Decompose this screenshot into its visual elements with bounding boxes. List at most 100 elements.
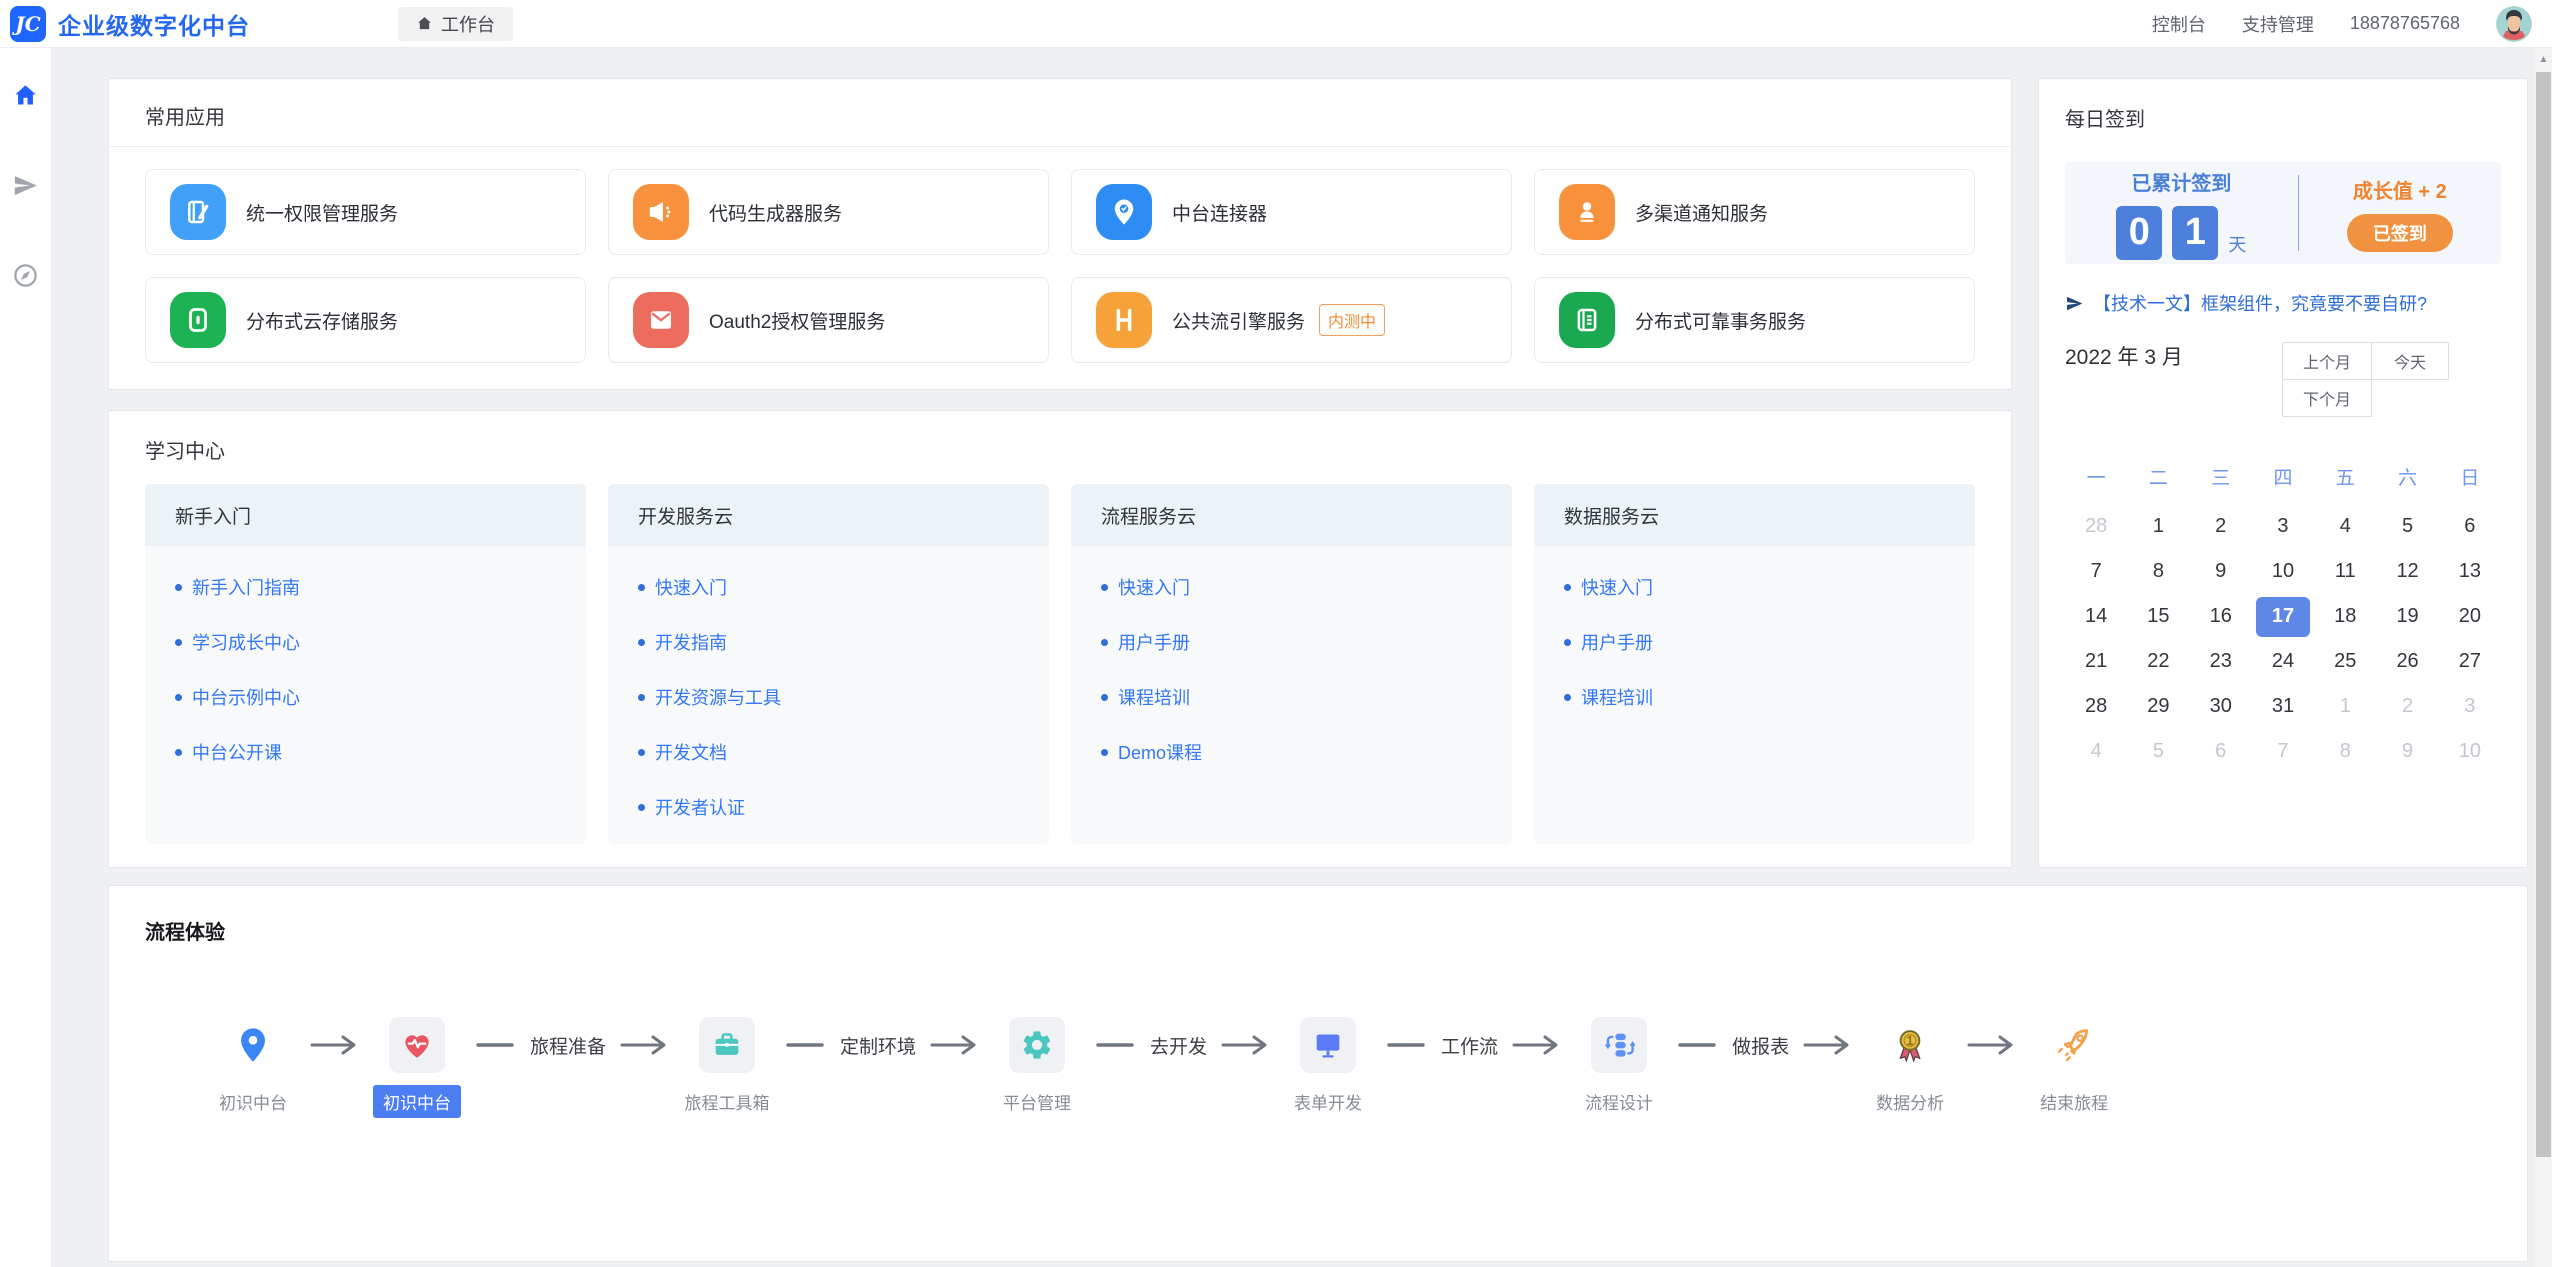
calendar-day[interactable]: 27: [2439, 639, 2501, 684]
calendar-day[interactable]: 5: [2127, 729, 2189, 774]
learning-link[interactable]: 快速入门: [1564, 574, 1945, 600]
journey-step-intro[interactable]: 初识中台: [385, 1017, 449, 1147]
tab-label: 工作台: [441, 11, 495, 37]
app-card-connector[interactable]: 中台连接器: [1071, 169, 1512, 255]
app-card-permission[interactable]: 统一权限管理服务: [145, 169, 586, 255]
weekday-label: 三: [2190, 463, 2252, 490]
calendar-day[interactable]: 24: [2252, 639, 2314, 684]
tab-workbench[interactable]: 工作台: [398, 7, 513, 41]
app-card-oauth[interactable]: Oauth2授权管理服务: [608, 277, 1049, 363]
calendar-day[interactable]: 1: [2127, 504, 2189, 549]
calendar-day[interactable]: 9: [2190, 549, 2252, 594]
calendar-day[interactable]: 28: [2065, 684, 2127, 729]
journey-step-process-design[interactable]: 流程设计: [1587, 1017, 1651, 1147]
calendar-day[interactable]: 10: [2439, 729, 2501, 774]
calendar-day[interactable]: 16: [2190, 594, 2252, 639]
letter-h-icon: [1096, 292, 1152, 348]
learning-link[interactable]: 开发资源与工具: [638, 684, 1019, 710]
calendar-day[interactable]: 2: [2190, 504, 2252, 549]
learning-link[interactable]: 开发者认证: [638, 794, 1019, 820]
calendar-day[interactable]: 26: [2376, 639, 2438, 684]
learning-link[interactable]: 学习成长中心: [175, 629, 556, 655]
learning-link[interactable]: 课程培训: [1564, 684, 1945, 710]
nav-phone[interactable]: 18878765768: [2350, 13, 2460, 34]
calendar-day[interactable]: 23: [2190, 639, 2252, 684]
page-scrollbar[interactable]: ▲: [2535, 48, 2552, 1267]
app-card-transaction[interactable]: 分布式可靠事务服务: [1534, 277, 1975, 363]
journey-step-form-dev[interactable]: 表单开发: [1296, 1017, 1360, 1147]
calendar-day[interactable]: 30: [2190, 684, 2252, 729]
calendar-day[interactable]: 18: [2314, 594, 2376, 639]
nav-support[interactable]: 支持管理: [2242, 11, 2314, 37]
signed-button[interactable]: 已签到: [2347, 214, 2453, 252]
calendar-day[interactable]: 29: [2127, 684, 2189, 729]
learning-link[interactable]: 用户手册: [1101, 629, 1482, 655]
journey-step-platform[interactable]: 平台管理: [1005, 1017, 1069, 1147]
calendar-day[interactable]: 4: [2065, 729, 2127, 774]
learning-link[interactable]: 中台示例中心: [175, 684, 556, 710]
calendar-day[interactable]: 15: [2127, 594, 2189, 639]
learning-link[interactable]: Demo课程: [1101, 739, 1482, 765]
app-card-storage[interactable]: 分布式云存储服务: [145, 277, 586, 363]
journey-step-toolbox[interactable]: 旅程工具箱: [695, 1017, 759, 1147]
calendar-day[interactable]: 8: [2314, 729, 2376, 774]
calendar-day[interactable]: 25: [2314, 639, 2376, 684]
learning-link[interactable]: 用户手册: [1564, 629, 1945, 655]
calendar-day[interactable]: 9: [2376, 729, 2438, 774]
app-card-notify[interactable]: 多渠道通知服务: [1534, 169, 1975, 255]
calendar-day[interactable]: 5: [2376, 504, 2438, 549]
app-label: 中台连接器: [1172, 199, 1267, 226]
app-card-codegen[interactable]: 代码生成器服务: [608, 169, 1049, 255]
calendar-day[interactable]: 3: [2252, 504, 2314, 549]
calendar-day[interactable]: 3: [2439, 684, 2501, 729]
calendar-day[interactable]: 13: [2439, 549, 2501, 594]
calendar-day[interactable]: 31: [2252, 684, 2314, 729]
journey-step-start[interactable]: 初识中台: [221, 1017, 285, 1147]
calendar-day[interactable]: 19: [2376, 594, 2438, 639]
pin-icon: [225, 1017, 281, 1073]
calendar-day[interactable]: 21: [2065, 639, 2127, 684]
scrollbar-thumb[interactable]: [2536, 72, 2551, 1157]
calendar-day[interactable]: 12: [2376, 549, 2438, 594]
calendar-day[interactable]: 20: [2439, 594, 2501, 639]
rail-compass-icon[interactable]: [6, 255, 46, 295]
rocket-icon: [2046, 1017, 2102, 1073]
calendar-day[interactable]: 17: [2252, 594, 2314, 639]
calendar-day[interactable]: 7: [2252, 729, 2314, 774]
calendar-day[interactable]: 7: [2065, 549, 2127, 594]
calendar-day[interactable]: 11: [2314, 549, 2376, 594]
calendar-day[interactable]: 1: [2314, 684, 2376, 729]
rail-send-icon[interactable]: [6, 165, 46, 205]
calendar-day[interactable]: 14: [2065, 594, 2127, 639]
calendar-day[interactable]: 28: [2065, 504, 2127, 549]
prev-month-button[interactable]: 上个月: [2282, 342, 2372, 380]
learning-link[interactable]: 开发文档: [638, 739, 1019, 765]
learning-link[interactable]: 快速入门: [1101, 574, 1482, 600]
learning-link[interactable]: 快速入门: [638, 574, 1019, 600]
section-daily-signin: 每日签到 已累计签到 0 1 天 成长值 + 2 已签到 【技术一文】框架组件，…: [2038, 78, 2528, 868]
calendar-day[interactable]: 6: [2190, 729, 2252, 774]
rail-home-icon[interactable]: [6, 75, 46, 115]
app-label: 公共流引擎服务: [1172, 307, 1305, 334]
calendar-day[interactable]: 4: [2314, 504, 2376, 549]
nav-console[interactable]: 控制台: [2152, 11, 2206, 37]
learning-link[interactable]: 课程培训: [1101, 684, 1482, 710]
calendar-day[interactable]: 10: [2252, 549, 2314, 594]
signin-digit: 0: [2116, 206, 2162, 260]
today-button[interactable]: 今天: [2371, 342, 2449, 380]
journey-step-end[interactable]: 结束旅程: [2042, 1017, 2106, 1147]
learning-link[interactable]: 中台公开课: [175, 739, 556, 765]
journey-step-data-analysis[interactable]: 1 数据分析: [1878, 1017, 1942, 1147]
next-month-button[interactable]: 下个月: [2282, 379, 2372, 417]
learning-link[interactable]: 新手入门指南: [175, 574, 556, 600]
calendar-day[interactable]: 2: [2376, 684, 2438, 729]
article-link[interactable]: 【技术一文】框架组件，究竟要不要自研?: [2065, 290, 2501, 316]
scrollbar-up-icon[interactable]: ▲: [2535, 48, 2552, 70]
learning-link[interactable]: 开发指南: [638, 629, 1019, 655]
calendar-day[interactable]: 6: [2439, 504, 2501, 549]
doc-lines-icon: [1559, 292, 1615, 348]
calendar-day[interactable]: 22: [2127, 639, 2189, 684]
app-card-flow-engine[interactable]: 公共流引擎服务 内测中: [1071, 277, 1512, 363]
calendar-day[interactable]: 8: [2127, 549, 2189, 594]
avatar[interactable]: [2496, 6, 2532, 42]
